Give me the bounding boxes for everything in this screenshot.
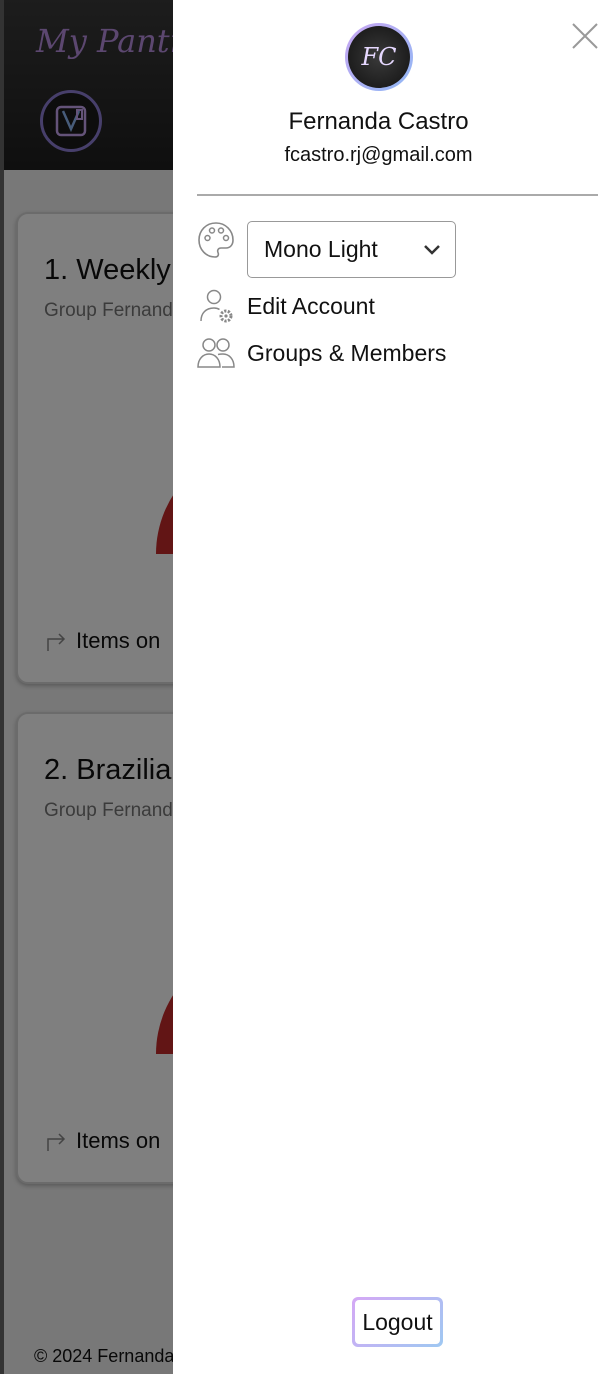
avatar: FC bbox=[345, 23, 413, 91]
avatar-initials: FC bbox=[348, 26, 410, 88]
user-name: Fernanda Castro bbox=[288, 108, 469, 135]
logout-label: Logout bbox=[355, 1300, 440, 1344]
groups-members-menu-item[interactable]: Groups & Members bbox=[197, 334, 446, 372]
users-icon bbox=[197, 338, 235, 368]
logout-button[interactable]: Logout bbox=[352, 1297, 443, 1347]
edit-account-label: Edit Account bbox=[247, 292, 375, 319]
user-gear-icon bbox=[200, 289, 233, 323]
groups-members-label: Groups & Members bbox=[247, 339, 447, 366]
user-email: fcastro.rj@gmail.com bbox=[284, 144, 473, 166]
palette-icon bbox=[198, 222, 234, 258]
edit-account-menu-item[interactable]: Edit Account bbox=[197, 287, 375, 325]
window-edge bbox=[0, 0, 4, 1374]
account-drawer: FC Fernanda Castro fcastro.rj@gmail.com … bbox=[173, 0, 616, 1374]
theme-select[interactable]: Mono Light bbox=[247, 221, 456, 278]
close-icon bbox=[572, 23, 598, 49]
theme-select-value: Mono Light bbox=[264, 236, 378, 262]
close-button[interactable] bbox=[571, 22, 599, 50]
chevron-down-icon bbox=[424, 244, 440, 255]
divider bbox=[197, 194, 598, 196]
